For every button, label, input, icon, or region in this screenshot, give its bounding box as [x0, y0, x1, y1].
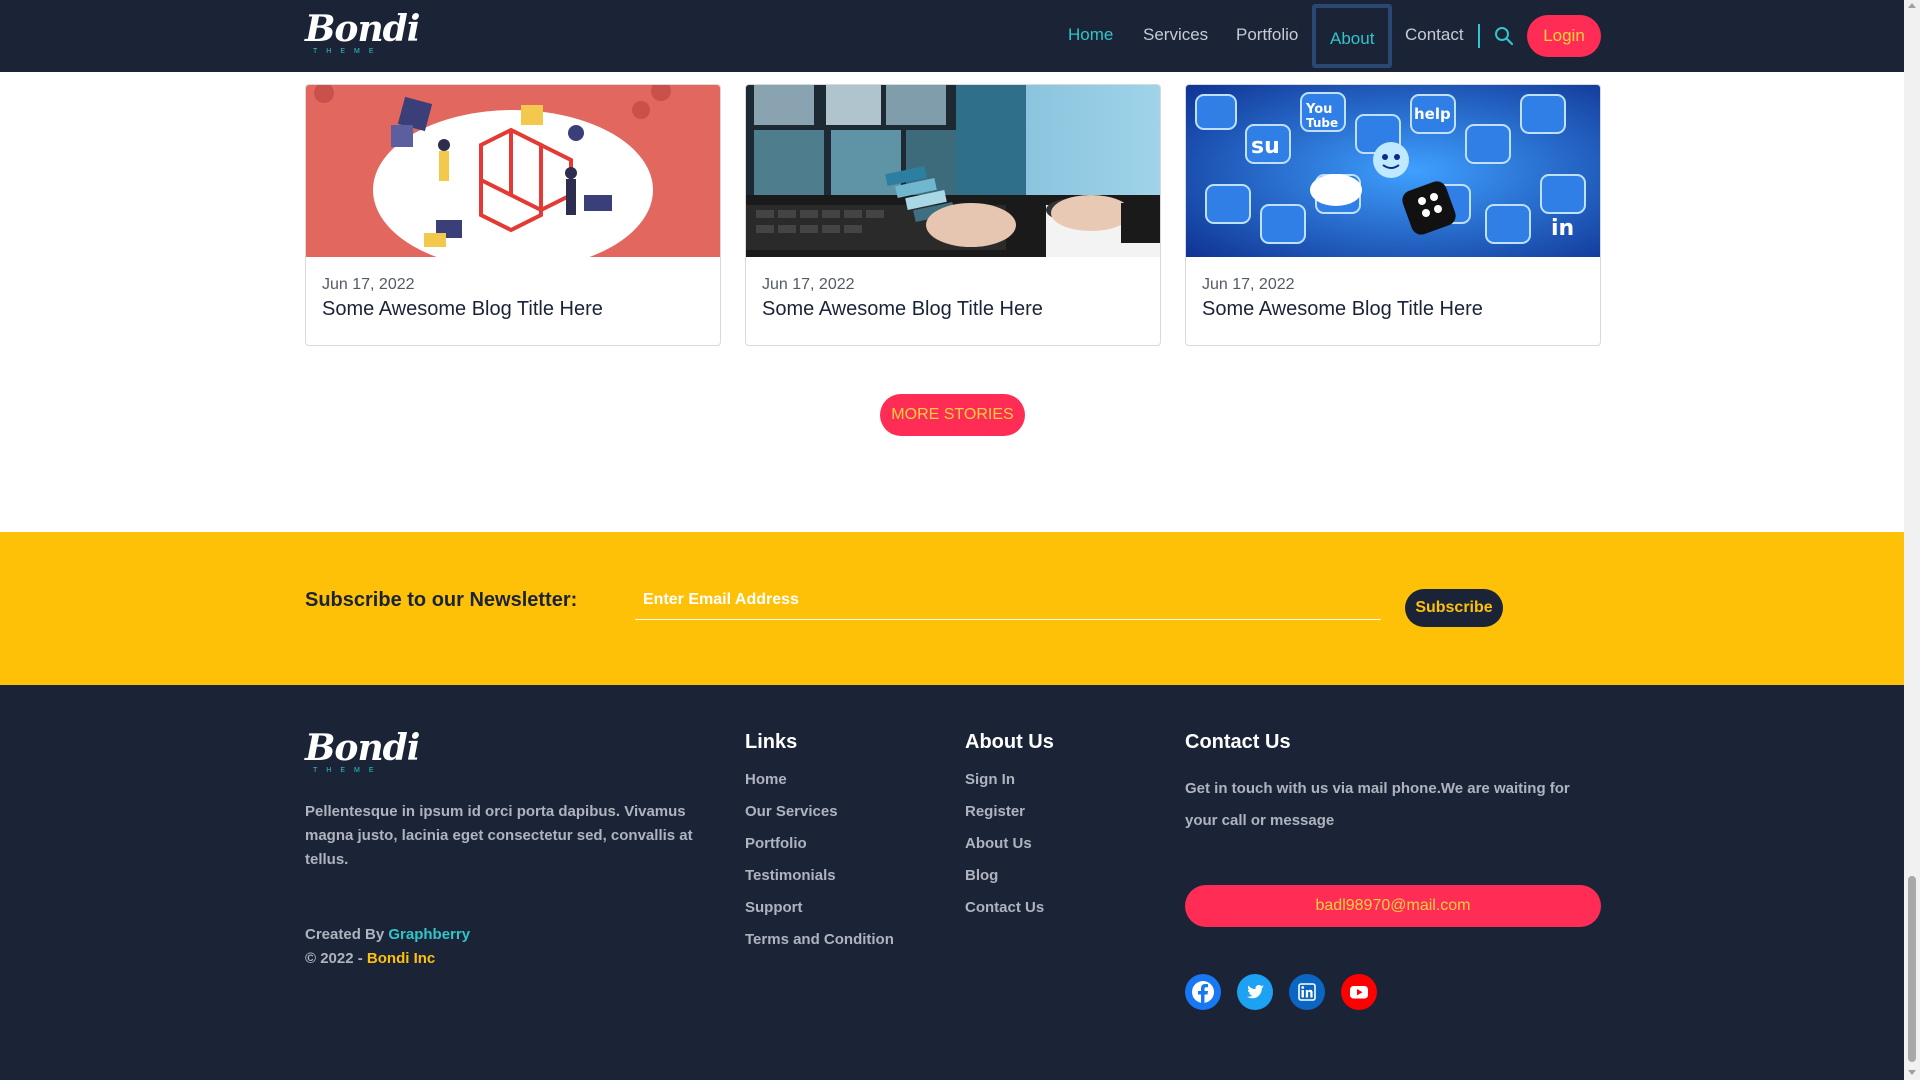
footer-link-contact[interactable]: Contact Us: [965, 892, 1054, 924]
blog-card-image-laravel[interactable]: [306, 85, 720, 257]
footer-logo-word: Bondi: [305, 727, 420, 769]
footer-link-services[interactable]: Our Services: [745, 796, 894, 828]
site-footer: Bondi THEME Pellentesque in ipsum id orc…: [0, 685, 1904, 1080]
more-stories-button[interactable]: MORE STORIES: [880, 394, 1025, 436]
search-icon[interactable]: [1494, 26, 1514, 46]
scroll-thumb[interactable]: [1908, 876, 1916, 1062]
footer-link-sign-in[interactable]: Sign In: [965, 764, 1054, 796]
footer-copyright: © 2022 - Bondi Inc: [305, 947, 435, 971]
newsletter-section: Subscribe to our Newsletter: Subscribe: [0, 532, 1904, 685]
company-link[interactable]: Bondi Inc: [367, 950, 435, 967]
blog-card-image-designer[interactable]: [746, 85, 1160, 257]
blog-card-title[interactable]: Some Awesome Blog Title Here: [322, 298, 603, 321]
blog-card-date: Jun 17, 2022: [1202, 276, 1295, 293]
newsletter-email-input[interactable]: [635, 580, 1381, 620]
youtube-icon[interactable]: [1341, 974, 1377, 1010]
footer-link-register[interactable]: Register: [965, 796, 1054, 828]
svg-text:su: su: [1251, 134, 1280, 159]
logo-word: Bondi: [305, 8, 420, 50]
social-media-icons: su You Tube help in: [1186, 85, 1600, 257]
blog-card-image-social[interactable]: su You Tube help in: [1186, 85, 1600, 257]
nav-services[interactable]: Services: [1143, 0, 1208, 72]
contact-email-button[interactable]: badl98970@mail.com: [1185, 885, 1601, 927]
nav-divider: [1478, 24, 1480, 48]
blog-card[interactable]: Jun 17, 2022 Some Awesome Blog Title Her…: [745, 84, 1161, 346]
svg-text:Tube: Tube: [1306, 116, 1338, 130]
footer-link-support[interactable]: Support: [745, 892, 894, 924]
page-scrollbar[interactable]: [1904, 0, 1920, 1080]
footer-link-about[interactable]: About Us: [965, 828, 1054, 860]
scroll-up-arrow-icon[interactable]: [1908, 3, 1916, 8]
footer-contact-column: Contact Us: [1185, 731, 1291, 764]
credit-prefix: Created By: [305, 926, 389, 943]
footer-link-terms[interactable]: Terms and Condition: [745, 924, 894, 956]
scroll-down-arrow-icon[interactable]: [1908, 1070, 1916, 1075]
blog-card[interactable]: Jun 17, 2022 Some Awesome Blog Title Her…: [305, 84, 721, 346]
linkedin-icon[interactable]: [1289, 974, 1325, 1010]
subscribe-button[interactable]: Subscribe: [1405, 589, 1503, 627]
footer-logo-mark: Bondi THEME: [305, 727, 420, 774]
nav-contact[interactable]: Contact: [1405, 0, 1464, 72]
footer-links-column: Links Home Our Services Portfolio Testim…: [745, 731, 894, 956]
footer-credit: Created By Graphberry: [305, 923, 470, 947]
login-button[interactable]: Login: [1527, 15, 1601, 57]
nav-home[interactable]: Home: [1068, 0, 1113, 72]
nav-portfolio[interactable]: Portfolio: [1236, 0, 1298, 72]
blog-card-title[interactable]: Some Awesome Blog Title Here: [1202, 298, 1483, 321]
twitter-icon[interactable]: [1237, 974, 1273, 1010]
footer-about-column: About Us Sign In Register About Us Blog …: [965, 731, 1054, 924]
svg-text:in: in: [1551, 216, 1574, 241]
nav-about[interactable]: About: [1312, 4, 1393, 68]
laravel-illustration: [306, 85, 720, 257]
footer-contact-text: Get in touch with us via mail phone.We a…: [1185, 780, 1570, 829]
blog-card-date: Jun 17, 2022: [322, 276, 415, 293]
newsletter-label: Subscribe to our Newsletter:: [305, 589, 578, 611]
blog-card[interactable]: su You Tube help in Jun 17, 2022 Some Aw…: [1185, 84, 1601, 346]
footer-contact-heading: Contact Us: [1185, 731, 1291, 753]
blog-card-date: Jun 17, 2022: [762, 276, 855, 293]
footer-link-blog[interactable]: Blog: [965, 860, 1054, 892]
svg-text:You: You: [1305, 102, 1332, 117]
facebook-icon[interactable]: [1185, 974, 1221, 1010]
designer-color-swatches: [746, 85, 1160, 257]
blog-card-title[interactable]: Some Awesome Blog Title Here: [762, 298, 1043, 321]
footer-link-portfolio[interactable]: Portfolio: [745, 828, 894, 860]
footer-link-home[interactable]: Home: [745, 764, 894, 796]
svg-text:help: help: [1414, 105, 1451, 123]
site-header: Bondi THEME Home Services Portfolio Abou…: [0, 0, 1904, 72]
footer-links-heading: Links: [745, 731, 798, 753]
footer-link-testimonials[interactable]: Testimonials: [745, 860, 894, 892]
site-logo[interactable]: Bondi THEME: [305, 8, 420, 60]
blog-card-list: Jun 17, 2022 Some Awesome Blog Title Her…: [305, 84, 1601, 346]
credit-link[interactable]: Graphberry: [388, 926, 470, 943]
footer-about-heading: About Us: [965, 731, 1054, 753]
copyright-prefix: © 2022 -: [305, 950, 367, 967]
footer-description: Pellentesque in ipsum id orci porta dapi…: [305, 803, 693, 868]
